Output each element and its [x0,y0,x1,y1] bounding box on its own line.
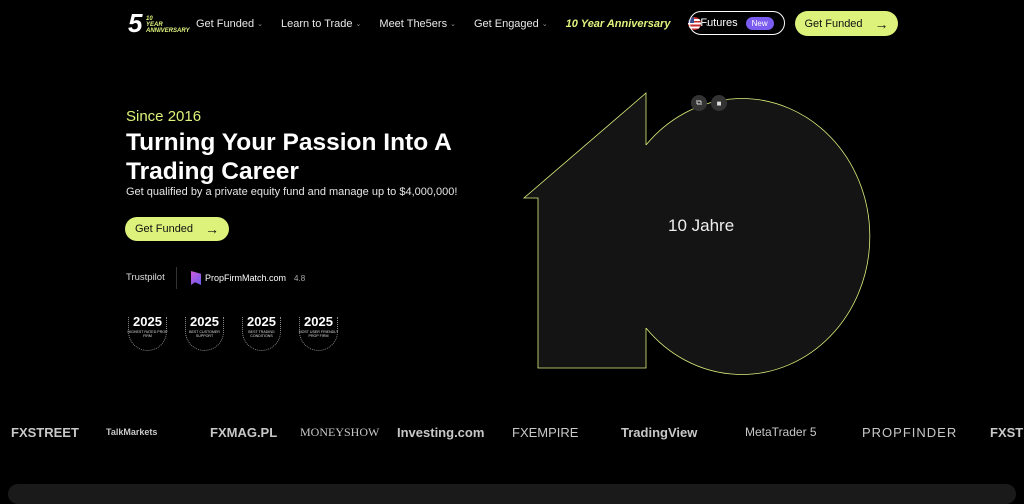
button-label: Get Funded [804,17,863,30]
futures-button[interactable]: Futures New [689,11,785,35]
partner-logo-investing[interactable]: Investing.com [397,425,484,440]
partners-strip: FXSTREET TalkMarkets FXMAG.PL MONEYSHOW … [0,425,1024,449]
logo-number: 5 [128,8,143,38]
menu-item-learn-to-trade[interactable]: Learn to Trade ⌄ [281,17,361,30]
hero-title-line-1: Turning Your Passion Into A [126,129,452,156]
hero-title-line-2: Trading Career [126,158,299,185]
propfirmmatch-name: PropFirmMatch.com [205,273,287,283]
chevron-down-icon: ⌄ [355,20,362,28]
laurel-icon [185,317,224,351]
award-badge: 2025 MOST USER FRIENDLY PROP FIRM [295,315,342,353]
trustpilot-logo[interactable]: Trustpilot [126,272,165,283]
partner-logo-fxstreet[interactable]: FXSTREET [11,425,79,440]
laurel-icon [242,317,281,351]
menu-item-10-year-anniversary[interactable]: 10 Year Anniversary [566,17,671,30]
partner-logo-propfinder[interactable]: PROPFINDER [862,425,957,440]
award-badge: 2025 BEST TRADING CONDITIONS [238,315,285,353]
menu-item-label: Get Funded [196,17,255,30]
nav-get-funded-button[interactable]: Get Funded → [795,11,898,36]
logo-anniversary-badge: 10 YEAR ANNIVERSARY [146,16,190,34]
menu-item-get-engaged[interactable]: Get Engaged ⌄ [474,17,548,30]
since-label: Since 2016 [126,108,202,125]
top-navigation: 5 10 YEAR ANNIVERSARY Get Funded ⌄ Learn … [0,0,1024,48]
awards-row: 2025 HIGHEST RATED PROP FIRM 2025 BEST C… [124,315,352,353]
chevron-down-icon: ⌄ [541,20,548,28]
menu-item-label: 10 Year Anniversary [565,17,671,30]
divider [176,267,177,289]
menu-item-label: Get Engaged [473,17,539,30]
picture-in-picture-icon[interactable]: ⧉ [691,95,707,111]
menu-item-get-funded[interactable]: Get Funded ⌄ [196,17,263,30]
next-section-card [8,484,1016,504]
partner-logo-tradingview[interactable]: TradingView [621,425,697,440]
arrow-right-icon: → [205,221,220,237]
arrow-right-icon: → [874,15,889,32]
propfirmmatch-score: 4.8 [294,273,306,283]
menu-item-label: Meet The5ers [379,17,448,30]
award-badge: 2025 HIGHEST RATED PROP FIRM [124,315,171,353]
award-badge: 2025 BEST CUSTOMER SUPPORT [181,315,228,353]
new-badge: New [745,16,774,30]
propfirmmatch-rating[interactable]: PropFirmMatch.com 4.8 [191,271,305,285]
laurel-icon [299,317,338,351]
futures-label: Futures [700,17,738,29]
laurel-icon [128,317,167,351]
hero-title: Turning Your Passion Into A Trading Care… [126,128,526,186]
partner-logo-fxstreet-repeat[interactable]: FXSTREET [990,425,1024,440]
hero-subtitle: Get qualified by a private equity fund a… [126,186,458,198]
partner-logo-fxempire[interactable]: FXEMPIRE [512,425,578,440]
video-camera-icon[interactable]: ■ [711,95,727,111]
partner-logo-moneyshow[interactable]: MONEYSHOW [300,425,379,440]
menu-item-meet-the5ers[interactable]: Meet The5ers ⌄ [379,17,456,30]
chevron-down-icon: ⌄ [257,20,263,28]
the5ers-logo[interactable]: 5 10 YEAR ANNIVERSARY [128,8,190,38]
logo-badge-anniversary: ANNIVERSARY [146,28,190,34]
hero-get-funded-button[interactable]: Get Funded → [125,217,229,241]
button-label: Get Funded [134,223,194,235]
menu-item-label: Learn to Trade [280,17,353,30]
propfirmmatch-icon [191,271,201,285]
main-menu: Get Funded ⌄ Learn to Trade ⌄ Meet The5ers… [196,17,728,30]
partner-logo-metatrader5[interactable]: MetaTrader 5 [745,425,817,439]
partner-logo-talkmarkets[interactable]: TalkMarkets [106,427,157,437]
video-label: 10 Jahre [668,216,735,235]
chevron-down-icon: ⌄ [450,20,456,28]
partner-logo-fxmag[interactable]: FXMAG.PL [210,425,277,440]
